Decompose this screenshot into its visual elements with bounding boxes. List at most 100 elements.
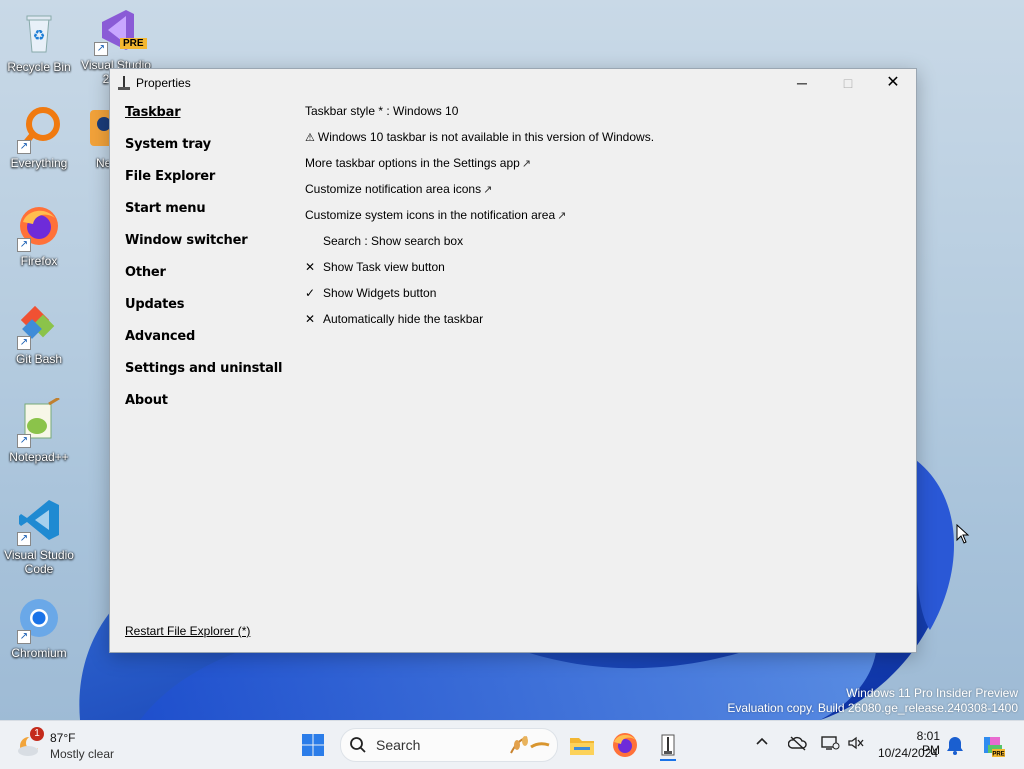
desktop-icon-recycle-bin[interactable]: ♻ Recycle Bin — [3, 8, 75, 74]
window-title: Properties — [136, 76, 191, 90]
desktop-icon-ne[interactable]: Ne — [80, 104, 110, 170]
properties-taskbar-icon[interactable] — [652, 729, 684, 761]
customize-system-icons-link[interactable]: Customize system icons in the notificati… — [305, 207, 905, 233]
desktop-icon-label: Git Bash — [15, 352, 63, 366]
nav-item-taskbar[interactable]: Taskbar — [125, 105, 295, 137]
nav-item-advanced[interactable]: Advanced — [125, 329, 295, 361]
taskbar-style-option[interactable]: Taskbar style * : Windows 10 — [305, 103, 905, 129]
search-highlight-icon — [510, 736, 550, 754]
nav-item-system-tray[interactable]: System tray — [125, 137, 295, 169]
warning-icon: ⚠ — [305, 132, 315, 144]
autohide-toggle[interactable]: ✕ Automatically hide the taskbar — [305, 311, 905, 337]
external-link-icon: ↗ — [557, 210, 567, 222]
task-view-toggle[interactable]: ✕ Show Task view button — [305, 259, 905, 285]
shortcut-arrow-icon: ↗ — [17, 238, 31, 252]
desktop-icon-label: Ne — [96, 156, 110, 170]
svg-text:PRE: PRE — [992, 752, 1004, 758]
watermark-line: Windows 11 Pro Insider Preview — [846, 686, 1018, 700]
git-bash-icon: ↗ — [15, 300, 63, 350]
weather-description: Mostly clear — [50, 747, 115, 761]
link-text: More taskbar options in the Settings app — [305, 156, 520, 170]
firefox-icon: ↗ — [15, 202, 63, 252]
warning-message: ⚠ Windows 10 taskbar is not available in … — [305, 129, 905, 155]
clock-date[interactable]: 10/24/2024 — [878, 746, 938, 760]
shortcut-arrow-icon: ↗ — [17, 140, 31, 154]
nav-item-about[interactable]: About — [125, 393, 295, 425]
cross-icon: ✕ — [305, 312, 316, 326]
nav-item-window-switcher[interactable]: Window switcher — [125, 233, 295, 265]
external-link-icon: ↗ — [521, 158, 532, 170]
pre-badge: PRE — [120, 38, 147, 49]
maximize-button[interactable]: □ — [825, 69, 871, 97]
desktop-icon-label: Notepad++ — [9, 450, 69, 464]
svg-text:♻: ♻ — [33, 27, 46, 43]
copilot-icon[interactable]: PRE — [978, 731, 1006, 759]
option-label: Automatically hide the taskbar — [323, 312, 484, 326]
app-icon — [80, 104, 110, 152]
option-label: Show Task view button — [323, 260, 445, 274]
cloud-offline-icon[interactable] — [787, 735, 808, 755]
nav-item-settings-and-uninstall[interactable]: Settings and uninstall — [125, 361, 295, 393]
desktop-icon-vscode[interactable]: ↗ Visual Studio Code — [3, 496, 75, 576]
desktop-icon-everything[interactable]: ↗ Everything — [3, 104, 75, 170]
nav-item-updates[interactable]: Updates — [125, 297, 295, 329]
link-text: Customize notification area icons — [305, 182, 482, 196]
restart-file-explorer-link[interactable]: Restart File Explorer (*) — [125, 624, 250, 638]
desktop-icon-git-bash[interactable]: ↗ Git Bash — [3, 300, 75, 366]
search-placeholder: Search — [376, 737, 421, 753]
taskbar-search-box[interactable]: Search — [340, 728, 558, 762]
magnifier-icon: ↗ — [15, 104, 63, 154]
desktop-icon-label: Firefox — [20, 254, 58, 268]
recycle-bin-icon: ♻ — [15, 8, 63, 56]
notepad-plus-plus-icon: ↗ — [15, 396, 63, 448]
shortcut-arrow-icon: ↗ — [17, 336, 31, 350]
more-taskbar-options-link[interactable]: More taskbar options in the Settings app… — [305, 155, 905, 181]
network-icon[interactable] — [820, 735, 840, 755]
shortcut-arrow-icon: ↗ — [17, 532, 31, 546]
chevron-up-icon[interactable] — [752, 735, 772, 755]
settings-content: Taskbar style * : Windows 10 ⚠ Windows 10… — [305, 103, 905, 337]
desktop-icon-firefox[interactable]: ↗ Firefox — [3, 202, 75, 268]
visual-studio-icon: PRE ↗ — [92, 6, 147, 56]
desktop-icon-label: Chromium — [11, 646, 67, 660]
shortcut-arrow-icon: ↗ — [17, 434, 31, 448]
cross-icon: ✕ — [305, 260, 316, 274]
option-label: Show Widgets button — [323, 286, 437, 300]
warning-text: Windows 10 taskbar is not available in t… — [317, 130, 655, 144]
shortcut-arrow-icon: ↗ — [17, 630, 31, 644]
widgets-toggle[interactable]: ✓ Show Widgets button — [305, 285, 905, 311]
weather-temperature: 87°F — [50, 731, 76, 745]
desktop-icon-label: Recycle Bin — [7, 60, 71, 74]
minimize-button[interactable]: ─ — [779, 69, 825, 97]
notification-bell-icon[interactable] — [944, 734, 966, 756]
external-link-icon: ↗ — [483, 184, 493, 196]
desktop-icon-label: Everything — [10, 156, 68, 170]
nav-item-other[interactable]: Other — [125, 265, 295, 297]
search-icon — [350, 737, 366, 753]
watermark-line: Evaluation copy. Build 26080.ge_release.… — [727, 701, 1018, 715]
taskbar: 1 87°F Mostly clear Search 8:01 PM 10/24… — [0, 720, 1024, 769]
desktop-icon-notepad-plus-plus[interactable]: ↗ Notepad++ — [3, 396, 75, 464]
shortcut-arrow-icon: ↗ — [94, 42, 108, 56]
link-text: Customize system icons in the notificati… — [305, 208, 556, 222]
title-bar[interactable]: Properties ─ □ ✕ — [110, 69, 916, 97]
customize-notification-icons-link[interactable]: Customize notification area icons ↗ — [305, 181, 905, 207]
evaluation-watermark: Windows 11 Pro Insider Preview Evaluatio… — [727, 686, 1018, 716]
nav-item-start-menu[interactable]: Start menu — [125, 201, 295, 233]
volume-muted-icon[interactable] — [846, 735, 866, 755]
search-option[interactable]: Search : Show search box — [305, 233, 905, 259]
close-button[interactable]: ✕ — [870, 69, 916, 97]
properties-window: Properties ─ □ ✕ Taskbar System tray Fil… — [109, 68, 917, 653]
desktop-icon-chromium[interactable]: ↗ Chromium — [3, 594, 75, 660]
file-explorer-icon[interactable] — [566, 729, 598, 761]
firefox-taskbar-icon[interactable] — [609, 729, 641, 761]
desktop-icon-label: Visual Studio Code — [4, 548, 74, 576]
nav-item-file-explorer[interactable]: File Explorer — [125, 169, 295, 201]
check-icon: ✓ — [305, 286, 316, 300]
vscode-icon: ↗ — [15, 496, 63, 546]
weather-widget[interactable]: 1 87°F Mostly clear — [16, 727, 126, 761]
notification-badge: 1 — [30, 727, 44, 741]
app-window-icon — [118, 76, 130, 90]
chromium-icon: ↗ — [15, 594, 63, 644]
windows-start-icon[interactable] — [297, 729, 329, 761]
